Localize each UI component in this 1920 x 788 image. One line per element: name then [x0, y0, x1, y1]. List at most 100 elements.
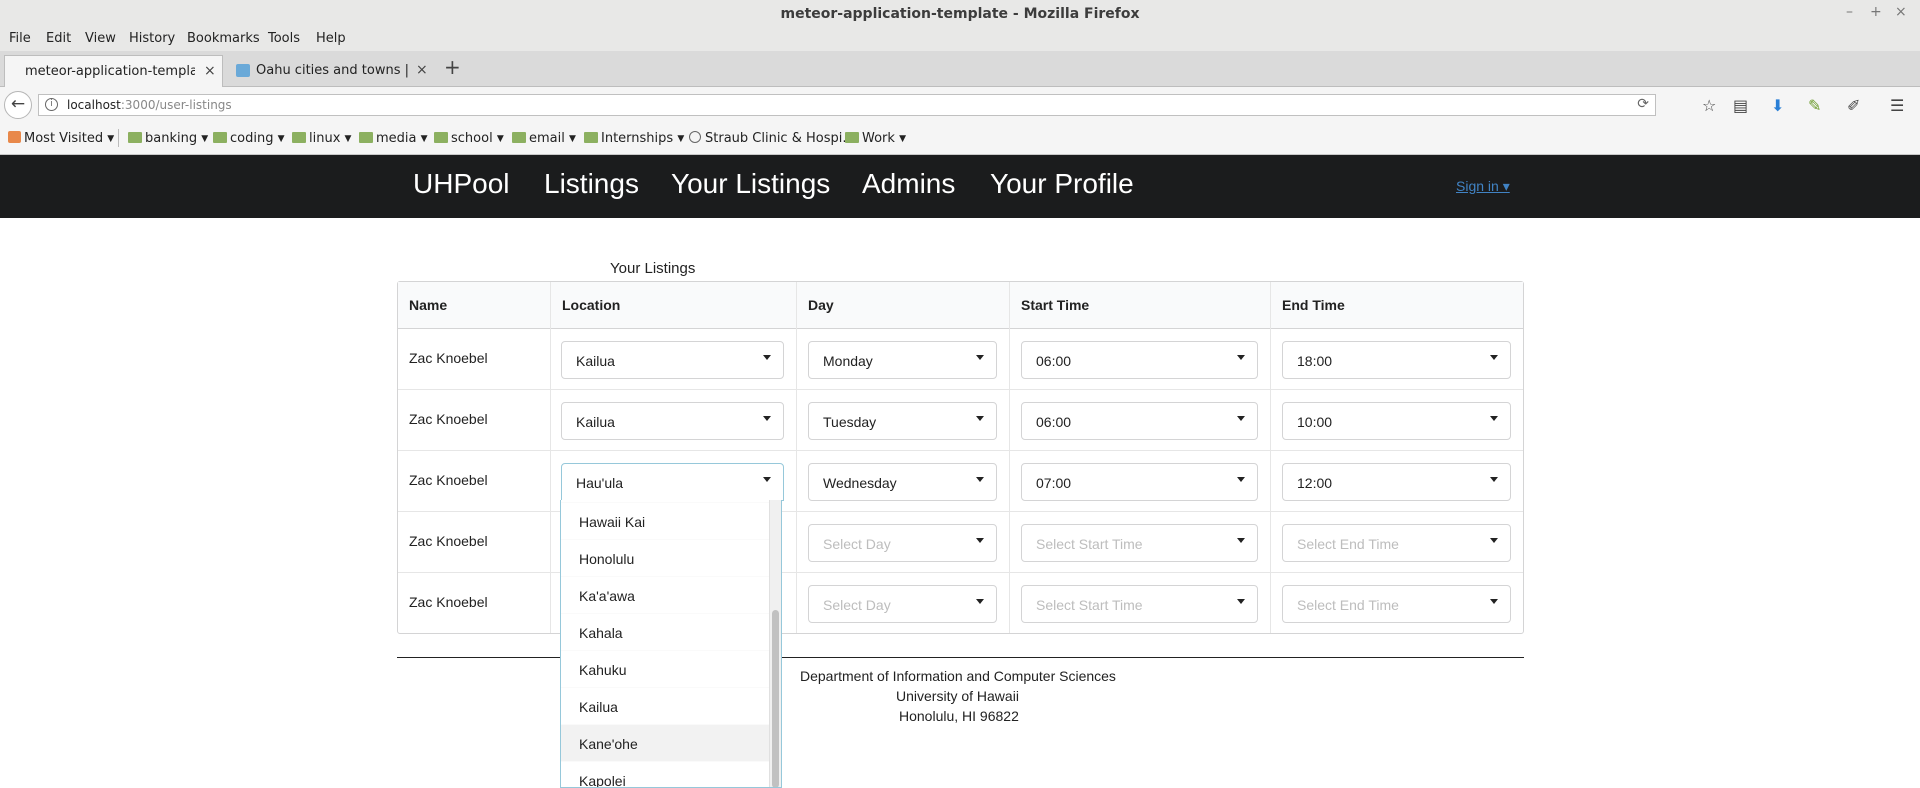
menu-file[interactable]: File: [9, 31, 31, 46]
start-time-dropdown[interactable]: Select Start Time: [1021, 524, 1258, 562]
menu-bookmarks[interactable]: Bookmarks: [187, 31, 260, 46]
nav-admins[interactable]: Admins: [862, 168, 955, 200]
most-visited-icon: [8, 131, 21, 143]
bookmark-school[interactable]: school ▼: [434, 131, 504, 146]
bookmark-separator: [118, 129, 119, 147]
day-dropdown[interactable]: Monday: [808, 341, 997, 379]
star-bookmark-icon[interactable]: ☆: [1702, 96, 1716, 115]
scrollbar-thumb[interactable]: [772, 610, 779, 787]
reading-list-icon[interactable]: ▤: [1733, 96, 1748, 115]
option-label: Kahuku: [579, 662, 627, 678]
dropdown-caret-icon: [1490, 355, 1498, 360]
maximize-icon[interactable]: +: [1870, 4, 1882, 20]
brand-link[interactable]: UHPool: [413, 168, 509, 200]
day-dropdown[interactable]: Select Day: [808, 585, 997, 623]
folder-icon: [359, 132, 373, 143]
minimize-icon[interactable]: –: [1846, 4, 1853, 20]
bookmarks-toolbar: Most Visited ▼ banking ▼ coding ▼ linux …: [0, 121, 1920, 155]
location-option[interactable]: Kapolei: [561, 761, 769, 787]
sign-in-dropdown[interactable]: Sign in ▾: [1456, 178, 1510, 195]
bookmark-straub-clinic[interactable]: Straub Clinic & Hospi...: [689, 131, 855, 146]
day-dropdown[interactable]: Wednesday: [808, 463, 997, 501]
download-arrow-icon[interactable]: ⬇: [1771, 96, 1784, 115]
nav-listings[interactable]: Listings: [544, 168, 639, 200]
location-dropdown-menu: Hawaii Kai Honolulu Ka'a'awa Kahala Kahu…: [560, 500, 782, 788]
nav-your-profile[interactable]: Your Profile: [990, 168, 1134, 200]
reload-icon[interactable]: ⟳: [1637, 96, 1649, 112]
close-tab-icon[interactable]: ×: [416, 62, 428, 78]
start-time-dropdown[interactable]: 07:00: [1021, 463, 1258, 501]
dropdown-caret-icon: [1237, 355, 1245, 360]
back-arrow-icon[interactable]: ←: [4, 91, 32, 119]
url-bar[interactable]: i localhost:3000/user-listings ⟳: [38, 94, 1656, 116]
end-time-dropdown[interactable]: 10:00: [1282, 402, 1511, 440]
nav-your-listings[interactable]: Your Listings: [671, 168, 830, 200]
start-time-dropdown[interactable]: 06:00: [1021, 341, 1258, 379]
bookmark-work[interactable]: Work ▼: [845, 131, 906, 146]
menu-edit[interactable]: Edit: [46, 31, 71, 46]
hamburger-menu-icon[interactable]: ☰: [1890, 96, 1904, 115]
location-option-hovered[interactable]: Kane'ohe: [561, 724, 769, 761]
location-dropdown[interactable]: Kailua: [561, 341, 784, 379]
location-option[interactable]: Kahuku: [561, 650, 769, 687]
dropdown-caret-icon: [763, 355, 771, 360]
close-window-icon[interactable]: ×: [1895, 4, 1907, 20]
chevron-down-icon: ▼: [677, 134, 685, 144]
bookmark-email[interactable]: email ▼: [512, 131, 576, 146]
menu-help[interactable]: Help: [316, 31, 346, 46]
location-option[interactable]: Honolulu: [561, 539, 769, 576]
bookmark-linux[interactable]: linux ▼: [292, 131, 351, 146]
bookmark-label: school: [451, 131, 493, 146]
bookmark-label: Work: [862, 131, 895, 146]
menu-history[interactable]: History: [129, 31, 175, 46]
location-dropdown[interactable]: Hau'ula: [561, 463, 784, 501]
dropdown-placeholder: Select Start Time: [1036, 536, 1143, 552]
day-dropdown[interactable]: Tuesday: [808, 402, 997, 440]
dropdown-caret-icon: [1237, 416, 1245, 421]
bookmark-banking[interactable]: banking ▼: [128, 131, 208, 146]
dropdown-caret-icon: [976, 538, 984, 543]
bookmark-coding[interactable]: coding ▼: [213, 131, 285, 146]
dropdown-placeholder: Select Start Time: [1036, 597, 1143, 613]
url-host: localhost: [67, 98, 121, 112]
extension-icon[interactable]: ✎: [1808, 96, 1821, 115]
table-row: Zac Knoebel Kailua Monday 06:00 18:00: [398, 329, 1523, 390]
end-time-dropdown[interactable]: Select End Time: [1282, 524, 1511, 562]
dropdown-placeholder: Select End Time: [1297, 536, 1399, 552]
column-header-name: Name: [398, 282, 550, 329]
bookmark-label: Internships: [601, 131, 674, 146]
info-icon[interactable]: i: [45, 98, 58, 111]
end-time-dropdown[interactable]: 18:00: [1282, 341, 1511, 379]
chevron-down-icon: ▼: [420, 134, 428, 144]
location-dropdown[interactable]: Kailua: [561, 402, 784, 440]
menu-scrollbar[interactable]: [769, 500, 781, 787]
window-title: meteor-application-template - Mozilla Fi…: [780, 6, 1140, 22]
menu-tools[interactable]: Tools: [268, 31, 300, 46]
location-option[interactable]: Kailua: [561, 687, 769, 724]
bookmark-internships[interactable]: Internships ▼: [584, 131, 684, 146]
location-option[interactable]: Kahala: [561, 613, 769, 650]
tab-meteor-app[interactable]: meteor-application-template ×: [4, 55, 223, 87]
day-dropdown[interactable]: Select Day: [808, 524, 997, 562]
column-header-day: Day: [796, 282, 1009, 329]
location-option[interactable]: Hawaii Kai: [561, 502, 769, 539]
bookmark-media[interactable]: media ▼: [359, 131, 428, 146]
location-option[interactable]: Ka'a'awa: [561, 576, 769, 613]
bookmark-most-visited[interactable]: Most Visited ▼: [8, 131, 114, 146]
new-tab-icon[interactable]: +: [444, 55, 461, 79]
dropdown-caret-icon: [976, 599, 984, 604]
close-tab-icon[interactable]: ×: [204, 63, 216, 79]
tab-oahu-cities[interactable]: Oahu cities and towns | T... ×: [228, 55, 433, 87]
menu-view[interactable]: View: [85, 31, 116, 46]
folder-icon: [128, 132, 142, 143]
start-time-dropdown[interactable]: 06:00: [1021, 402, 1258, 440]
folder-icon: [512, 132, 526, 143]
end-time-dropdown[interactable]: 12:00: [1282, 463, 1511, 501]
column-header-location: Location: [550, 282, 796, 329]
dropdown-value: 10:00: [1297, 414, 1333, 430]
option-label: Kane'ohe: [579, 736, 638, 752]
start-time-dropdown[interactable]: Select Start Time: [1021, 585, 1258, 623]
eyedropper-icon[interactable]: ✐: [1847, 96, 1860, 115]
end-time-dropdown[interactable]: Select End Time: [1282, 585, 1511, 623]
window-titlebar: meteor-application-template - Mozilla Fi…: [0, 0, 1920, 29]
